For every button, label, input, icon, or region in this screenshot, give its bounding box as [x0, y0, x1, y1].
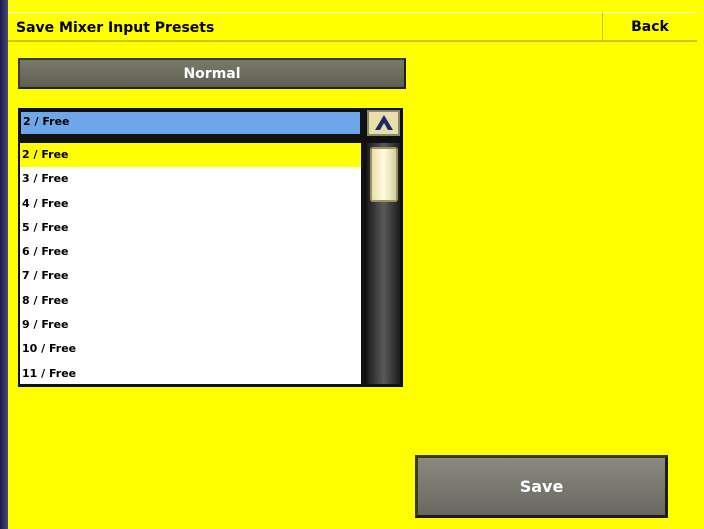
page-title: Save Mixer Input Presets — [16, 20, 215, 36]
preset-list-item[interactable]: 4 / Free — [20, 192, 361, 216]
preset-list-item[interactable]: 10 / Free — [20, 337, 361, 361]
save-button[interactable]: Save — [415, 455, 668, 518]
preset-list-item[interactable]: 5 / Free — [20, 216, 361, 240]
preset-list-item[interactable]: 6 / Free — [20, 240, 361, 264]
scrollbar-thumb[interactable] — [370, 147, 398, 202]
chevron-up-icon — [374, 115, 393, 130]
preset-combo-box: 2 / Free 2 / Free 3 / Free 4 / Free 5 / Fre… — [18, 108, 403, 387]
window-left-edge — [0, 0, 8, 529]
preset-list-item[interactable]: 7 / Free — [20, 264, 361, 288]
mode-button[interactable]: Normal — [18, 58, 406, 89]
scroll-up-button[interactable] — [367, 110, 400, 136]
preset-list-item[interactable]: 11 / Free — [20, 362, 361, 384]
list-scrollbar[interactable] — [367, 143, 400, 384]
preset-list-item[interactable]: 9 / Free — [20, 313, 361, 337]
preset-list: 2 / Free 3 / Free 4 / Free 5 / Free 6 / Free… — [20, 143, 361, 384]
preset-list-item[interactable]: 3 / Free — [20, 167, 361, 191]
preset-list-item[interactable]: 2 / Free — [20, 143, 361, 168]
title-bar: Save Mixer Input Presets — [8, 12, 697, 42]
preset-list-item[interactable]: 8 / Free — [20, 289, 361, 313]
back-button[interactable]: Back — [602, 12, 697, 42]
selected-preset-field[interactable]: 2 / Free — [20, 111, 361, 135]
